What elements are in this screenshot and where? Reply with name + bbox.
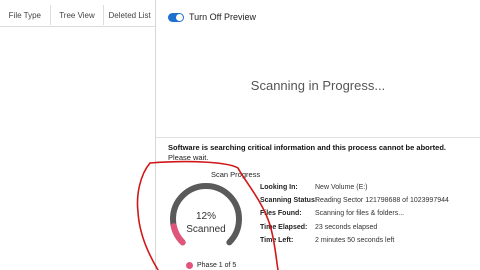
detail-key: Scanning Status: <box>260 197 318 204</box>
progress-percent: 12% <box>195 211 216 222</box>
scan-title: Scanning in Progress... <box>250 78 386 93</box>
detail-key: Time Elapsed: <box>260 224 308 231</box>
scan-panel: Turn Off Preview Scanning in Progress...… <box>156 0 480 270</box>
detail-key: Time Left: <box>260 237 294 244</box>
tab-deleted-list[interactable]: Deleted List <box>104 5 155 25</box>
detail-value: New Volume (E:) <box>315 184 368 191</box>
detail-key: Files Found: <box>260 210 302 217</box>
toggle-switch-icon[interactable] <box>168 12 184 22</box>
detail-value: 23 seconds elapsed <box>315 224 378 231</box>
divider <box>156 137 480 138</box>
view-tabs: File Type Tree View Deleted List <box>0 4 155 27</box>
detail-value: Scanning for files & folders... <box>315 210 405 217</box>
scan-progress-label: Scan Progress <box>211 170 261 179</box>
tab-tree-view[interactable]: Tree View <box>51 5 105 25</box>
progress-status-word: Scanned <box>186 224 226 235</box>
warning-message: Software is searching critical informati… <box>168 143 446 152</box>
progress-gauge: 12% Scanned <box>167 180 245 258</box>
left-panel: File Type Tree View Deleted List <box>0 0 156 270</box>
wait-message: Please wait. <box>168 153 209 162</box>
preview-toggle[interactable]: Turn Off Preview <box>168 12 256 22</box>
detail-key: Looking In: <box>260 184 298 191</box>
detail-value: 2 minutes 50 seconds left <box>315 237 395 244</box>
tab-file-type[interactable]: File Type <box>0 5 51 25</box>
detail-value: Reading Sector 121798688 of 1023997944 <box>315 197 449 204</box>
phase-dot-icon <box>186 262 193 269</box>
phase-indicator: Phase 1 of 5 <box>186 262 236 269</box>
preview-toggle-label: Turn Off Preview <box>189 12 257 22</box>
phase-label: Phase 1 of 5 <box>197 262 237 269</box>
